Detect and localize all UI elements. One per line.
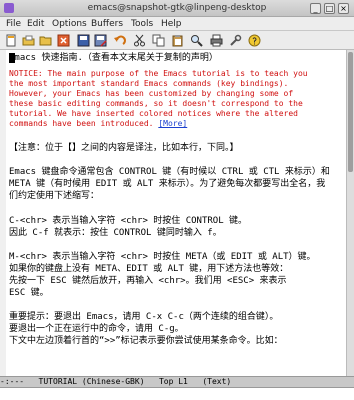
menu-options[interactable]: Options bbox=[52, 19, 87, 29]
mode-line: -:--- TUTORIAL (Chinese-GBK) Top L1 (Tex… bbox=[0, 376, 354, 388]
buffer-line: ESC 键。 bbox=[9, 288, 49, 298]
close-buffer-icon[interactable] bbox=[57, 34, 70, 47]
buffer-line: Emacs 键盘命令通常包含 CONTROL 键（有时候以 CTRL 或 CTL… bbox=[9, 167, 330, 177]
paste-icon[interactable] bbox=[171, 34, 184, 47]
buffer-line: C-<chr> 表示当输入字符 <chr> 时按住 CONTROL 键。 bbox=[9, 216, 248, 226]
buffer-line: 们约定使用下述缩写： bbox=[9, 191, 100, 201]
buffer-line: 要退出一个正在运行中的命令，请用 C-g。 bbox=[9, 324, 184, 334]
buffer-line: 重要提示：要退出 Emacs，请用 C-x C-c（两个连续的组合键）。 bbox=[9, 312, 279, 322]
minimize-icon[interactable]: _ bbox=[310, 3, 321, 14]
title-bar[interactable]: emacs@snapshot-gtk@linpeng-desktop _ □ × bbox=[0, 0, 354, 17]
menu-edit[interactable]: Edit bbox=[27, 19, 44, 29]
modeline-position: Top L1 bbox=[158, 377, 188, 386]
help-icon[interactable] bbox=[248, 34, 261, 47]
save-icon[interactable] bbox=[77, 34, 90, 47]
notice-line-last: commands have been introduced. [More] bbox=[9, 118, 187, 129]
buffer-line: 【注意：位于【】之间的内容是译注，比如本行，下同。】 bbox=[9, 143, 239, 153]
menu-buffers[interactable]: Buffers bbox=[91, 19, 123, 29]
buffer-line: META 键（有时候用 EDIT 或 ALT 来标示）。为了避免每次都要写出全名… bbox=[9, 179, 326, 189]
menu-bar: File Edit Options Buffers Tools Help bbox=[0, 17, 354, 31]
buffer-line: 如果你的键盘上没有 META、EDIT 或 ALT 键，用下述方法也等效： bbox=[9, 264, 289, 274]
open-directory-icon[interactable] bbox=[39, 34, 52, 47]
tool-bar bbox=[0, 31, 354, 50]
print-icon[interactable] bbox=[210, 34, 223, 47]
left-fringe bbox=[0, 50, 6, 376]
notice-text: commands have been introduced. bbox=[9, 119, 154, 128]
window-title: emacs@snapshot-gtk@linpeng-desktop bbox=[87, 3, 267, 13]
search-icon[interactable] bbox=[190, 34, 203, 47]
modeline-status: -:--- bbox=[0, 377, 25, 386]
modeline-mode[interactable]: (Text) bbox=[202, 377, 231, 386]
maximize-icon[interactable]: □ bbox=[324, 3, 335, 14]
buffer-line: Emacs 快速指南.（查看本文末尾关于复制的声明） bbox=[9, 53, 218, 63]
buffer-line: 下文中左边顶着行首的“>>”标记表示要你尝试使用某条命令。比如： bbox=[9, 336, 283, 346]
buffer-line: 因此 C-f 就表示：按住 CONTROL 键同时输入 f。 bbox=[9, 228, 222, 238]
close-icon[interactable]: × bbox=[338, 3, 349, 14]
menu-help[interactable]: Help bbox=[161, 19, 182, 29]
modeline-buffer-name[interactable]: TUTORIAL (Chinese-GBK) bbox=[39, 377, 145, 386]
buffer-line: M-<chr> 表示当输入字符 <chr> 时按住 META（或 EDIT 或 … bbox=[9, 252, 316, 262]
more-link[interactable]: [More] bbox=[158, 119, 187, 128]
menu-tools[interactable]: Tools bbox=[131, 19, 153, 29]
save-as-icon[interactable] bbox=[94, 34, 107, 47]
buffer-line: 先按一下 ESC 键然后放开，再输入 <chr>。我们用 <ESC> 来表示 bbox=[9, 276, 287, 286]
editor-buffer[interactable]: Emacs 快速指南.（查看本文末尾关于复制的声明） NOTICE: The m… bbox=[0, 50, 346, 376]
menu-file[interactable]: File bbox=[6, 19, 21, 29]
cut-icon[interactable] bbox=[133, 34, 146, 47]
undo-icon[interactable] bbox=[113, 34, 126, 47]
open-file-icon[interactable] bbox=[22, 34, 35, 47]
vertical-scrollbar[interactable] bbox=[346, 50, 354, 376]
new-file-icon[interactable] bbox=[5, 34, 18, 47]
minibuffer[interactable] bbox=[0, 388, 354, 400]
copy-icon[interactable] bbox=[152, 34, 165, 47]
scrollbar-thumb[interactable] bbox=[348, 52, 353, 172]
customize-icon[interactable] bbox=[229, 34, 242, 47]
